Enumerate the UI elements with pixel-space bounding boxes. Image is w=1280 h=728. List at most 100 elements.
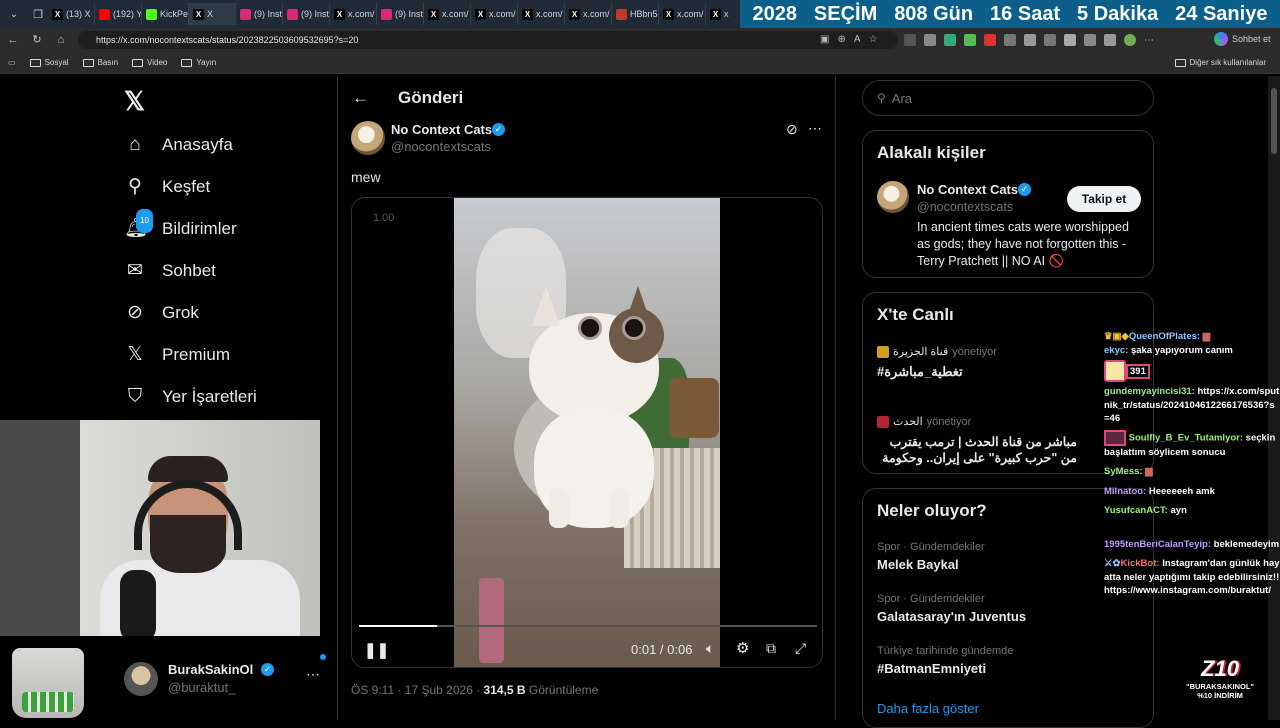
copilot-button[interactable]: Sohbet et — [1214, 32, 1271, 46]
browser-tab[interactable]: Xx.com/ — [424, 3, 471, 25]
chat-text: 391 — [1126, 363, 1150, 379]
author-handle[interactable]: @nocontextscats — [391, 139, 491, 154]
trend-item[interactable]: Spor · Gündemdekiler Galatasaray'ın Juve… — [877, 593, 1026, 624]
trend-title: Galatasaray'ın Juventus — [877, 609, 1027, 624]
browser-tab[interactable]: Xx.com/ — [330, 3, 377, 25]
related-name[interactable]: No Context Cats — [917, 182, 1018, 197]
address-bar-row: ← ↻ ⌂ https://x.com/nocontextscats/statu… — [0, 28, 1280, 52]
nav-grok[interactable]: ⊘ Grok — [124, 302, 199, 324]
tab-title: x.com/ — [583, 9, 610, 19]
favorite-star-icon[interactable]: ☆ — [869, 34, 878, 45]
countdown-seconds: 24 Saniye — [1175, 2, 1268, 25]
browser-tab[interactable]: XX — [189, 3, 236, 25]
tab-list-icon[interactable]: ⌄ — [0, 0, 28, 28]
trend-item[interactable]: Spor · Gündemdekiler Melek Baykal — [877, 541, 985, 572]
video-progress-track[interactable] — [359, 625, 817, 627]
post-timestamp[interactable]: ÖS 9:11 · 17 Şub 2026 · — [351, 683, 484, 697]
tab-title: (9) Inst — [254, 9, 283, 19]
more-icon[interactable]: ⋯ — [808, 120, 822, 137]
browser-tab[interactable]: HBbn5 — [612, 3, 659, 25]
x-logo-icon[interactable]: 𝕏 — [124, 86, 145, 117]
browser-tab[interactable]: Xx.com/ — [518, 3, 565, 25]
youtube-icon — [99, 8, 110, 20]
copilot-icon — [1214, 32, 1228, 46]
follow-button[interactable]: Takip et — [1067, 186, 1141, 212]
countdown-year: 2028 — [752, 2, 797, 25]
fullscreen-icon[interactable]: ⤢ — [795, 640, 806, 657]
related-avatar[interactable] — [877, 181, 909, 213]
author-name[interactable]: No Context Cats — [391, 122, 492, 137]
chat-message: SyMess: ▆ — [1104, 465, 1280, 479]
trend-item[interactable]: Türkiye tarihinde gündemde #BatmanEmniye… — [877, 645, 1013, 676]
browser-tab[interactable]: KickPe — [142, 3, 189, 25]
nav-home[interactable]: ⌂ Anasayfa — [124, 134, 233, 156]
bookmark-folder[interactable]: Basın — [82, 58, 118, 67]
nav-bookmarks[interactable]: ⛉ Yer İşaretleri — [124, 386, 257, 408]
read-aloud-icon[interactable]: A — [854, 34, 861, 45]
pause-icon[interactable]: ❚❚ — [364, 641, 389, 659]
related-handle[interactable]: @nocontextscats — [917, 200, 1013, 214]
browser-tab[interactable]: Xx.com/ — [659, 3, 706, 25]
video-time: 0:01 / 0:06 — [631, 642, 693, 657]
nav-messages[interactable]: ✉ Sohbet — [124, 260, 216, 282]
show-more-link[interactable]: Daha fazla göster — [877, 701, 979, 716]
bookmark-folder[interactable]: Yayın — [181, 58, 216, 67]
app-icon[interactable]: ▣ — [820, 34, 829, 45]
extension-icon[interactable] — [984, 34, 996, 46]
trends-title: Neler oluyor? — [877, 501, 987, 520]
url-field[interactable]: https://x.com/nocontextscats/status/2023… — [78, 31, 898, 49]
nav-explore[interactable]: ⚲ Keşfet — [124, 176, 210, 198]
browser-tab[interactable]: (192) Y — [95, 3, 142, 25]
extension-icon[interactable] — [1044, 34, 1056, 46]
search-icon: ⚲ — [877, 91, 886, 105]
account-switcher[interactable]: BurakSakinOl ✓ @buraktut_ ⋯ — [124, 654, 332, 700]
back-arrow-icon[interactable]: ← — [352, 88, 369, 108]
extension-icon[interactable] — [944, 34, 956, 46]
extension-icon[interactable] — [924, 34, 936, 46]
bookmark-folder[interactable]: Video — [132, 58, 167, 67]
grok-icon[interactable]: ⊘ — [786, 121, 798, 138]
settings-gear-icon[interactable]: ⚙ — [736, 639, 749, 657]
browser-tab[interactable]: (9) Inst — [236, 3, 283, 25]
live-host-row: قناة الجزيرة yönetiyor — [877, 345, 1141, 358]
profile-avatar-icon[interactable] — [1124, 34, 1136, 46]
live-host: قناة الجزيرة — [893, 346, 949, 358]
post-meta: ÖS 9:11 · 17 Şub 2026 · 314,5 B Görüntül… — [351, 683, 598, 697]
extension-icon[interactable] — [1064, 34, 1076, 46]
zoom-icon[interactable]: ⊕ — [837, 34, 845, 45]
extension-icon[interactable] — [1004, 34, 1016, 46]
collections-icon[interactable]: ▭ — [8, 58, 16, 67]
live-item[interactable]: قناة الجزيرة yönetiyor #تغطية_مباشرة — [877, 345, 1141, 380]
extension-icon[interactable] — [1084, 34, 1096, 46]
volume-icon[interactable]: 🔈︎ — [706, 640, 714, 657]
extension-icon[interactable] — [904, 34, 916, 46]
workspaces-icon[interactable]: ❐ — [28, 0, 48, 28]
home-icon[interactable]: ⌂ — [54, 33, 68, 47]
browser-tab[interactable]: Xx.com/ — [565, 3, 612, 25]
view-label: Görüntüleme — [525, 683, 599, 697]
live-item[interactable]: الحدث yönetiyor مباشر من قناة الحدث | ترم… — [877, 415, 1077, 466]
refresh-icon[interactable]: ↻ — [30, 33, 44, 47]
bookmark-folder[interactable]: Sosyal — [29, 58, 69, 67]
video-frame[interactable] — [454, 198, 720, 667]
browser-tab[interactable]: Xx.com/ — [471, 3, 518, 25]
nav-notifications[interactable]: 🔔︎10 Bildirimler — [124, 209, 237, 240]
scrollbar-thumb[interactable] — [1271, 88, 1277, 154]
search-box[interactable]: ⚲ Ara — [862, 80, 1154, 116]
extension-icon[interactable] — [1104, 34, 1116, 46]
browser-tab[interactable]: X (13) X — [48, 3, 95, 25]
browser-tab[interactable]: (9) Inst — [377, 3, 424, 25]
browser-tab[interactable]: (9) Inst — [283, 3, 330, 25]
home-icon: ⌂ — [129, 134, 141, 155]
more-icon[interactable]: ⋯ — [1144, 35, 1154, 46]
more-icon[interactable]: ⋯ — [306, 666, 320, 683]
other-bookmarks[interactable]: Diğer sık kullanılanlar — [1174, 58, 1266, 67]
author-avatar[interactable] — [351, 121, 385, 155]
nav-premium[interactable]: 𝕏 Premium — [124, 344, 230, 366]
video-player[interactable]: 1.00 ❚❚ 0:01 / 0:06 🔈︎ ⚙ ⧉ ⤢ — [351, 197, 823, 668]
back-icon[interactable]: ← — [6, 33, 20, 47]
extension-icon[interactable] — [1024, 34, 1036, 46]
tab-title: KickPe — [160, 9, 189, 19]
extension-icon[interactable] — [964, 34, 976, 46]
picture-in-picture-icon[interactable]: ⧉ — [766, 640, 776, 657]
